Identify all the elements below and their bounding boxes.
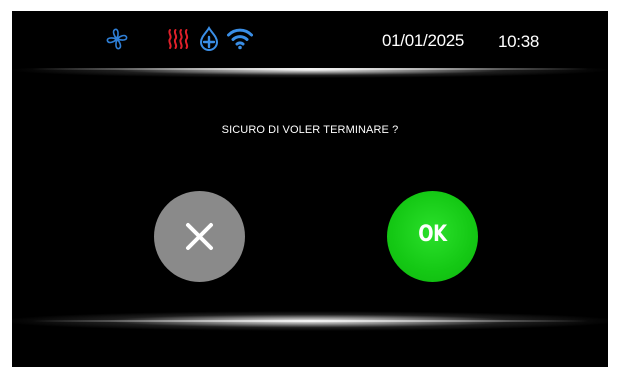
water-drop-icon	[199, 26, 219, 51]
date-display: 01/01/2025	[382, 31, 465, 50]
device-screen: 01/01/2025 10:38 SICURO DI VOLER TERMINA…	[12, 11, 608, 367]
status-bar: 01/01/2025 10:38	[12, 11, 608, 67]
ok-label: OK	[418, 222, 447, 247]
cancel-button[interactable]	[154, 191, 245, 282]
confirm-message: SICURO DI VOLER TERMINARE ?	[221, 124, 399, 136]
bottom-divider	[32, 320, 588, 322]
ok-button[interactable]: OK	[387, 191, 478, 282]
top-divider-glow	[12, 68, 608, 86]
time-display: 10:38	[498, 32, 540, 51]
close-icon	[186, 223, 213, 250]
top-divider	[32, 68, 588, 70]
fan-icon	[106, 28, 128, 50]
wifi-icon	[227, 28, 253, 50]
heat-icon	[168, 29, 189, 49]
